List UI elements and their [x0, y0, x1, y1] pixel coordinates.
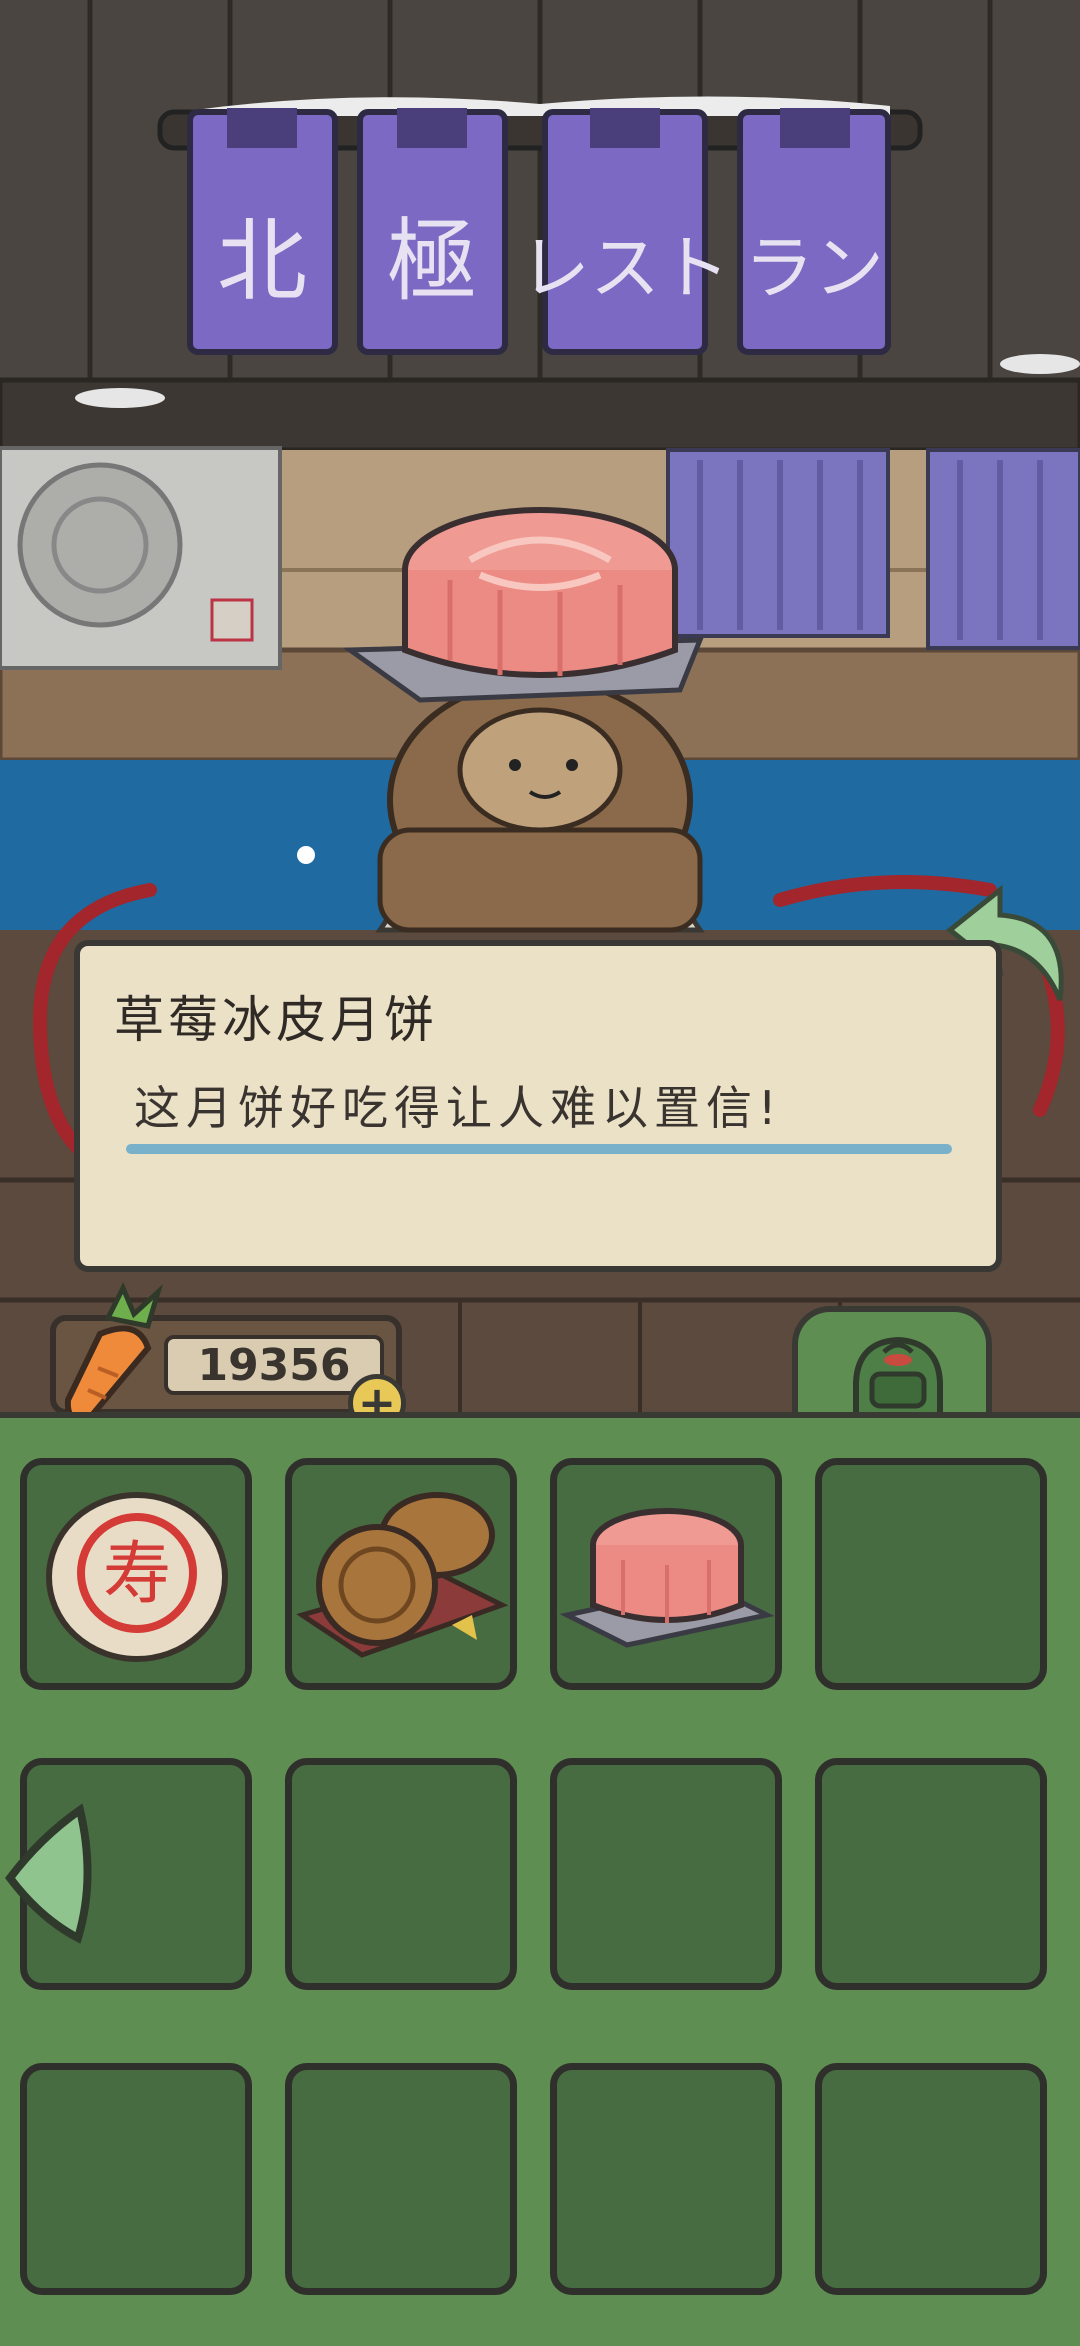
inventory-slot-9[interactable]: [20, 2063, 252, 2295]
backpack-tab[interactable]: [792, 1306, 992, 1424]
inventory-panel: 寿: [0, 1412, 1080, 2346]
carrot-amount-box: 19356: [164, 1335, 384, 1395]
sign-banner-2: 極: [387, 209, 477, 314]
back-arrow-button[interactable]: [940, 880, 1060, 990]
svg-text:寿: 寿: [103, 1535, 171, 1614]
restaurant-sign: 北 極 レスト ラン: [187, 108, 891, 355]
inventory-slot-3[interactable]: [550, 1458, 782, 1690]
sign-banner-3: レスト: [520, 227, 730, 309]
inventory-slot-12[interactable]: [815, 2063, 1047, 2295]
inventory-slot-8[interactable]: [815, 1758, 1047, 1990]
inventory-slot-1[interactable]: 寿: [20, 1458, 252, 1690]
item-name: 草莓冰皮月饼: [114, 991, 438, 1049]
strawberry-mooncake-icon: [559, 1508, 775, 1648]
inventory-slot-10[interactable]: [285, 2063, 517, 2295]
inventory-slot-4[interactable]: [815, 1458, 1047, 1690]
traditional-mooncakes-icon: [296, 1492, 509, 1658]
item-info-dialog: 草莓冰皮月饼 这月饼好吃得让人难以置信!: [74, 940, 1002, 1272]
item-description: 这月饼好吃得让人难以置信!: [134, 1081, 783, 1135]
inventory-slot-2[interactable]: [285, 1458, 517, 1690]
carrot-icon: [64, 1282, 163, 1424]
inventory-slot-6[interactable]: [285, 1758, 517, 1990]
inventory-slot-7[interactable]: [550, 1758, 782, 1990]
sign-banner-1: 北: [217, 209, 307, 314]
shou-biscuit-icon: 寿: [46, 1492, 228, 1662]
description-underline: [126, 1144, 952, 1154]
inventory-slot-11[interactable]: [550, 2063, 782, 2295]
sign-banner-4: ラン: [744, 227, 884, 309]
previous-page-arrow-icon[interactable]: [0, 1798, 110, 1948]
carrot-amount: 19356: [197, 1339, 351, 1391]
